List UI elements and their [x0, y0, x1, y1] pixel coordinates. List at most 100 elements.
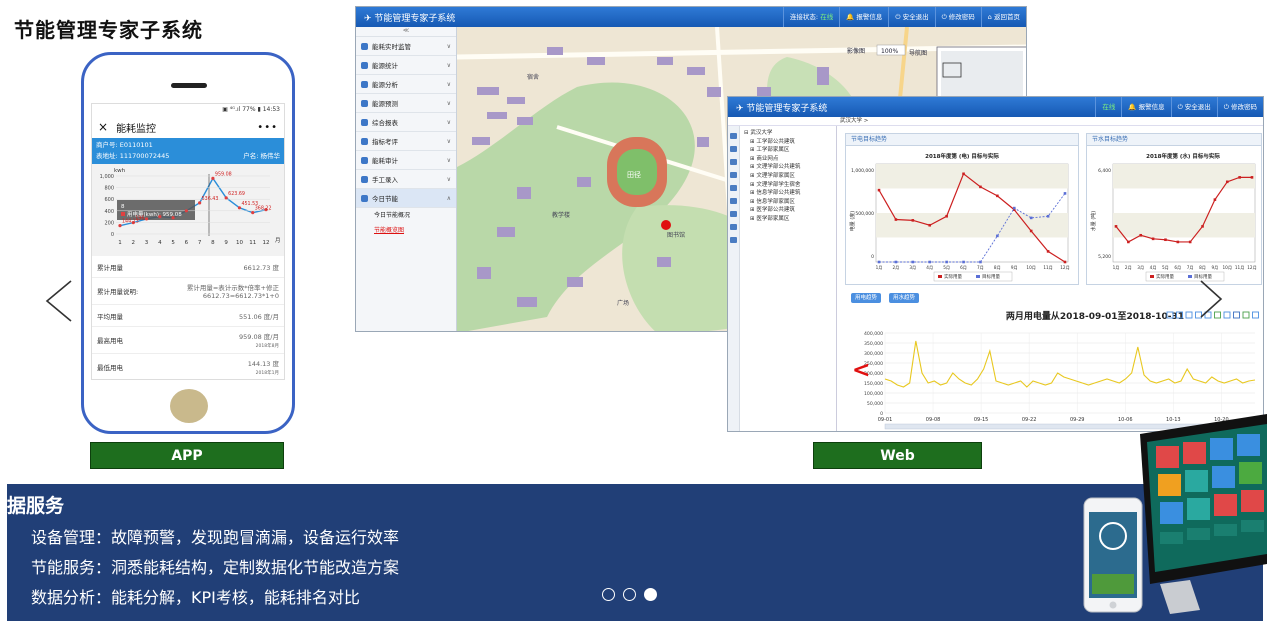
web2-logout-button[interactable]: ⏻ 安全退出 — [1170, 97, 1217, 117]
web2-password-label: 修改密码 — [1231, 103, 1257, 111]
carousel-dot[interactable] — [602, 588, 615, 601]
map-building — [687, 67, 705, 75]
x-tick-label: 5 — [171, 240, 175, 246]
tree-item[interactable]: ⊞ 工学部公共建筑 — [744, 138, 834, 147]
carousel-dot[interactable] — [623, 588, 636, 601]
tree-item[interactable]: ⊞ 医学部家属区 — [744, 215, 834, 224]
tree-item[interactable]: ⊞ 医学部公共建筑 — [744, 206, 834, 215]
tree-item-label: 工学部公共建筑 — [756, 138, 795, 145]
list-item: 累计用量 6612.73 度 — [92, 256, 284, 278]
tree-item-label: 商业网点 — [756, 155, 779, 162]
menu-icon — [361, 118, 368, 126]
series-point — [1238, 176, 1241, 179]
tree-item[interactable]: ⊞ 商业网点 — [744, 155, 834, 164]
tree-item[interactable]: ⊟ 武汉大学 — [744, 129, 834, 138]
rail-icon[interactable] — [730, 237, 737, 243]
sidebar-item-label: 手工录入 — [372, 176, 398, 184]
phone-app-title: 能耗监控 — [116, 123, 157, 135]
sidebar-item-reports[interactable]: 综合报表 ∨ — [356, 113, 456, 132]
carousel-next-arrow-icon[interactable] — [1198, 279, 1224, 319]
chart2-title: 2018年度第 (水) 目标与实际 — [1146, 152, 1220, 160]
tree-item-label: 工学部家属区 — [756, 147, 790, 154]
map-location-marker-icon[interactable] — [661, 220, 671, 230]
rail-icon[interactable] — [730, 185, 737, 191]
rail-icon[interactable] — [730, 172, 737, 178]
sidebar-item-statistics[interactable]: 能源统计 ∨ — [356, 56, 456, 75]
rail-icon[interactable] — [730, 224, 737, 230]
tree-item[interactable]: ⊞ 文理学部家属区 — [744, 172, 834, 181]
toolbox-icon — [1185, 311, 1193, 319]
rail-icon[interactable] — [730, 211, 737, 217]
phone-home-button[interactable] — [170, 389, 208, 423]
point-label: 536.43 — [202, 196, 219, 202]
stat-value: 959.08 度/月 2018年8月 — [239, 331, 279, 349]
plot-band — [1113, 164, 1255, 189]
legend-swatch — [1188, 275, 1192, 278]
series-point — [928, 260, 932, 264]
web2-password-button[interactable]: ⏻ 修改密码 — [1216, 97, 1263, 117]
tree-item[interactable]: ⊞ 文理学部公共建筑 — [744, 163, 834, 172]
stat-label: 最低用电 — [97, 364, 123, 372]
tree-item[interactable]: ⊞ 工学部家属区 — [744, 146, 834, 155]
x-tick-label: 1月 — [1113, 265, 1120, 271]
toolbox-icon — [1223, 311, 1231, 319]
series-point — [1176, 240, 1180, 244]
web1-logout-button[interactable]: ⏻ 安全退出 — [888, 7, 934, 27]
tree-item[interactable]: ⊞ 信息学部公共建筑 — [744, 189, 834, 198]
web1-status: 连接状态: 在线 — [782, 7, 839, 27]
data-service-banner: 据服务 设备管理：故障预警，发现跑冒滴漏，设备运行效率 节能服务：洞悉能耗结构，… — [7, 484, 1263, 621]
rail-icon[interactable] — [730, 133, 737, 139]
x-tick-label: 2月 — [1125, 265, 1132, 271]
tree-item[interactable]: ⊞ 信息学部家属区 — [744, 198, 834, 207]
sidebar-item-audit[interactable]: 能耗审计 ∨ — [356, 151, 456, 170]
sidebar-item-kpi[interactable]: 指标考评 ∨ — [356, 132, 456, 151]
sidebar-item-realtime[interactable]: 能耗实时监管 ∨ — [356, 37, 456, 56]
sidebar-item-manual-entry[interactable]: 手工录入 ∨ — [356, 170, 456, 189]
rail-icon[interactable] — [730, 159, 737, 165]
web1-status-label: 连接状态: — [789, 13, 819, 21]
rail-icon[interactable] — [730, 198, 737, 204]
web1-home-button[interactable]: ⌂ 返回首页 — [980, 7, 1026, 27]
carousel-prev-arrow-icon[interactable] — [44, 279, 74, 323]
more-icon[interactable]: ••• — [257, 122, 278, 133]
account-number: 商户号: E0110101 — [96, 141, 153, 149]
map-building — [707, 87, 721, 97]
x-tick-label: 2月 — [892, 265, 899, 271]
owner-name: 户名: 杨伟华 — [243, 152, 280, 160]
panel-title: 节水目标趋势 — [1087, 134, 1261, 146]
x-tick-label: 5月 — [1162, 265, 1169, 271]
rail-icon[interactable] — [730, 146, 737, 152]
web1-logout-label: 安全退出 — [902, 13, 929, 21]
close-icon[interactable]: × — [98, 120, 108, 134]
series-point — [894, 260, 898, 264]
web2-alarm-button[interactable]: 🔔 报警信息 — [1121, 97, 1170, 117]
carousel-dot-active[interactable] — [644, 588, 657, 601]
tab-water-trend[interactable]: 用水趋势 — [889, 293, 920, 303]
panel-title: 节电目标趋势 — [846, 134, 1078, 146]
sidebar-item-analysis[interactable]: 能源分析 ∨ — [356, 75, 456, 94]
map-building — [487, 112, 507, 119]
tab-electricity-trend[interactable]: 用电趋势 — [851, 293, 882, 303]
x-tick-label: 6月 — [1174, 265, 1181, 271]
map-label-field: 田径 — [627, 170, 641, 179]
stat-value: 6612.73 度 — [243, 263, 279, 272]
sidebar-item-forecast[interactable]: 能源预测 ∨ — [356, 94, 456, 113]
menu-icon — [361, 175, 368, 183]
chevron-down-icon: ∨ — [446, 137, 451, 145]
data-point — [171, 216, 175, 220]
tree-item-label: 信息学部家属区 — [756, 198, 795, 205]
phone-status-bar: ▣ ⁴ᴳ.ıl 77% ▮ 14:53 — [222, 106, 280, 113]
tree-item[interactable]: ⊞ 文理学部学生宿舍 — [744, 181, 834, 190]
web1-alarm-button[interactable]: 🔔 报警信息 — [839, 7, 888, 27]
legend-label: 实际用量 — [944, 273, 962, 280]
sidebar-item-today-saving[interactable]: 今日节能 ∧ — [356, 189, 456, 208]
sidebar-subitem-overview-map[interactable]: 节能概览图 — [356, 223, 456, 238]
map-building — [817, 67, 829, 85]
sidebar-collapse-icon[interactable]: ≪ — [356, 27, 456, 37]
sidebar-subitem-overview[interactable]: 今日节能概况 — [356, 208, 456, 223]
sidebar-item-label: 能源预测 — [372, 100, 398, 108]
web1-password-button[interactable]: ⏻ 修改密码 — [934, 7, 981, 27]
series-point — [1213, 198, 1217, 201]
map-layer-label[interactable]: 影像图 — [847, 47, 865, 55]
data-point — [184, 209, 188, 213]
